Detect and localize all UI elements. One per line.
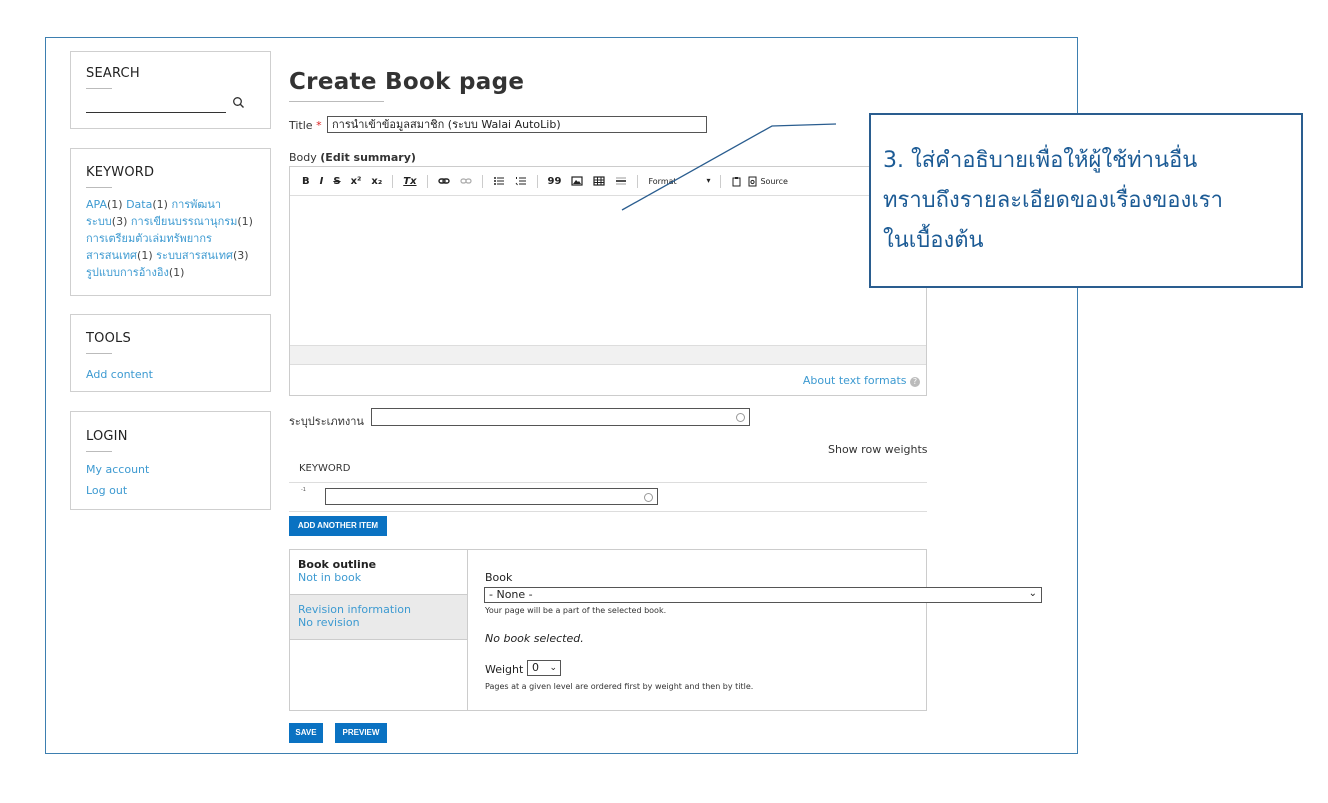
callout-line: ในเบื้องต้น bbox=[883, 228, 984, 253]
callout-line: 3. ใส่คำอธิบายเพื่อให้ผู้ใช้ท่านอื่น bbox=[883, 148, 1198, 173]
annotation-callout: 3. ใส่คำอธิบายเพื่อให้ผู้ใช้ท่านอื่น ทรา… bbox=[869, 113, 1303, 288]
callout-line: ทราบถึงรายละเอียดของเรื่องของเรา bbox=[883, 188, 1223, 213]
